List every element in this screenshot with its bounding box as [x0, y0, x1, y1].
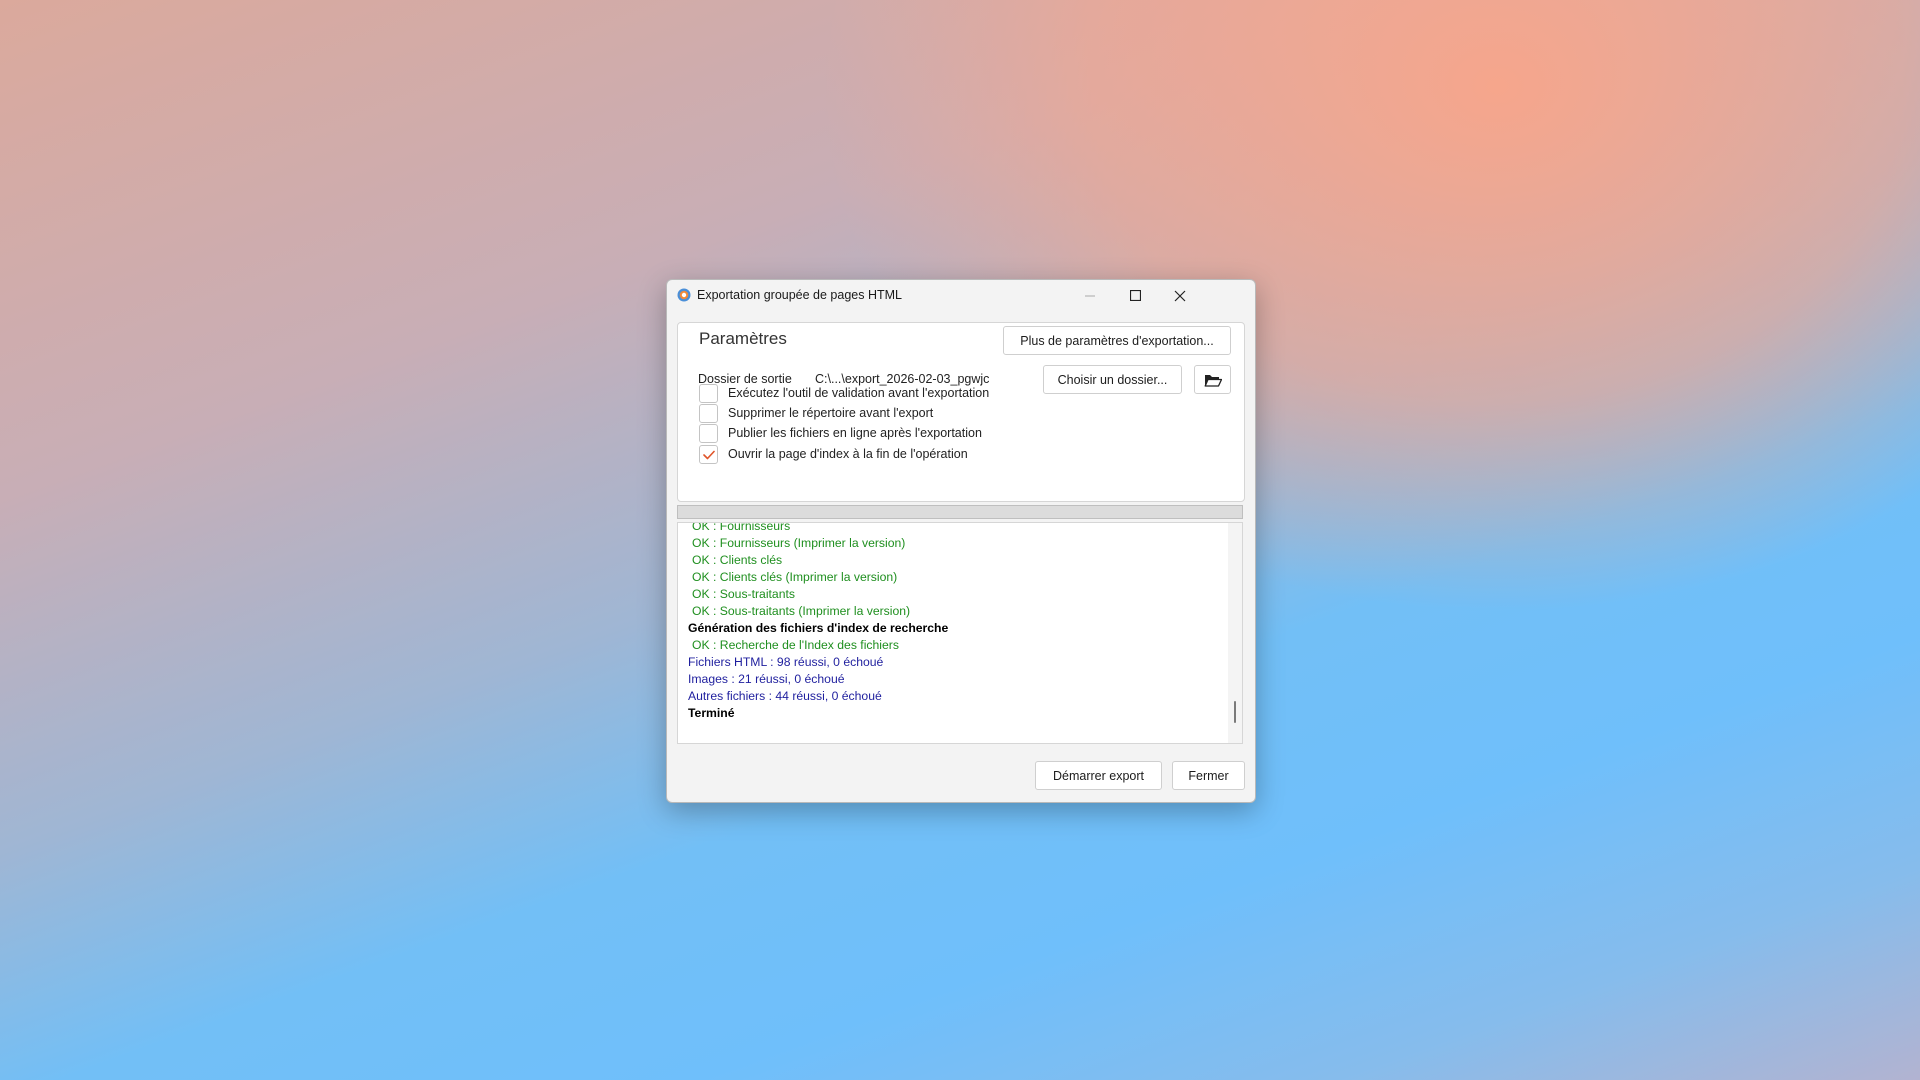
- delete-directory-label: Supprimer le répertoire avant l'export: [728, 406, 934, 420]
- app-logo-icon: [677, 288, 691, 302]
- validate-label: Exécutez l'outil de validation avant l'e…: [728, 386, 990, 400]
- choose-folder-button[interactable]: Choisir un dossier...: [1043, 365, 1182, 394]
- log-line: OK : Sous-traitants (Imprimer la version…: [692, 604, 911, 618]
- delete-directory-checkbox[interactable]: [699, 404, 718, 423]
- log-line: OK : Clients clés (Imprimer la version): [692, 570, 898, 584]
- log-line: OK : Sous-traitants: [692, 587, 795, 601]
- maximize-button[interactable]: [1112, 280, 1158, 311]
- export-log[interactable]: OK : Fournisseurs OK : Fournisseurs (Imp…: [677, 522, 1243, 744]
- output-folder-path: C:\...\export_2026-02-03_pgwjc: [815, 372, 990, 386]
- minimize-icon: [1085, 295, 1095, 296]
- open-index-checkbox[interactable]: [699, 445, 718, 464]
- start-export-button[interactable]: Démarrer export: [1035, 761, 1162, 790]
- more-export-settings-button[interactable]: Plus de paramètres d'exportation...: [1003, 326, 1231, 355]
- log-line: OK : Fournisseurs: [692, 522, 791, 533]
- parameters-title: Paramètres: [699, 329, 787, 348]
- close-button[interactable]: Fermer: [1172, 761, 1245, 790]
- log-heading: Génération des fichiers d'index de reche…: [688, 621, 949, 635]
- log-stat: Fichiers HTML : 98 réussi, 0 échoué: [688, 655, 884, 669]
- log-line: OK : Clients clés: [692, 553, 783, 567]
- log-stat: Images : 21 réussi, 0 échoué: [688, 672, 845, 686]
- checkmark-icon: [702, 450, 715, 459]
- desktop-background: Exportation groupée de pages HTML Paramè…: [0, 0, 1920, 1080]
- folder-open-icon: [1204, 374, 1222, 387]
- window-title: Exportation groupée de pages HTML: [697, 288, 902, 302]
- title-bar[interactable]: Exportation groupée de pages HTML: [667, 280, 1255, 311]
- log-scrollbar[interactable]: [1228, 523, 1242, 743]
- export-dialog: Exportation groupée de pages HTML Paramè…: [666, 279, 1256, 803]
- maximize-icon: [1129, 290, 1141, 301]
- progress-bar: [677, 505, 1243, 519]
- open-folder-button[interactable]: [1194, 365, 1231, 394]
- validate-checkbox[interactable]: [699, 384, 718, 403]
- publish-online-label: Publier les fichiers en ligne après l'ex…: [728, 426, 982, 440]
- log-line: OK : Fournisseurs (Imprimer la version): [692, 536, 906, 550]
- close-window-button[interactable]: [1157, 280, 1203, 311]
- log-heading: Terminé: [688, 706, 735, 720]
- parameters-panel: Paramètres Plus de paramètres d'exportat…: [677, 322, 1245, 502]
- log-line: OK : Recherche de l'Index des fichiers: [692, 638, 899, 652]
- open-index-label: Ouvrir la page d'index à la fin de l'opé…: [728, 447, 968, 461]
- scrollbar-thumb[interactable]: [1234, 701, 1236, 723]
- publish-online-checkbox[interactable]: [699, 424, 718, 443]
- close-icon: [1174, 290, 1186, 301]
- log-stat: Autres fichiers : 44 réussi, 0 échoué: [688, 689, 882, 703]
- minimize-button[interactable]: [1067, 280, 1113, 311]
